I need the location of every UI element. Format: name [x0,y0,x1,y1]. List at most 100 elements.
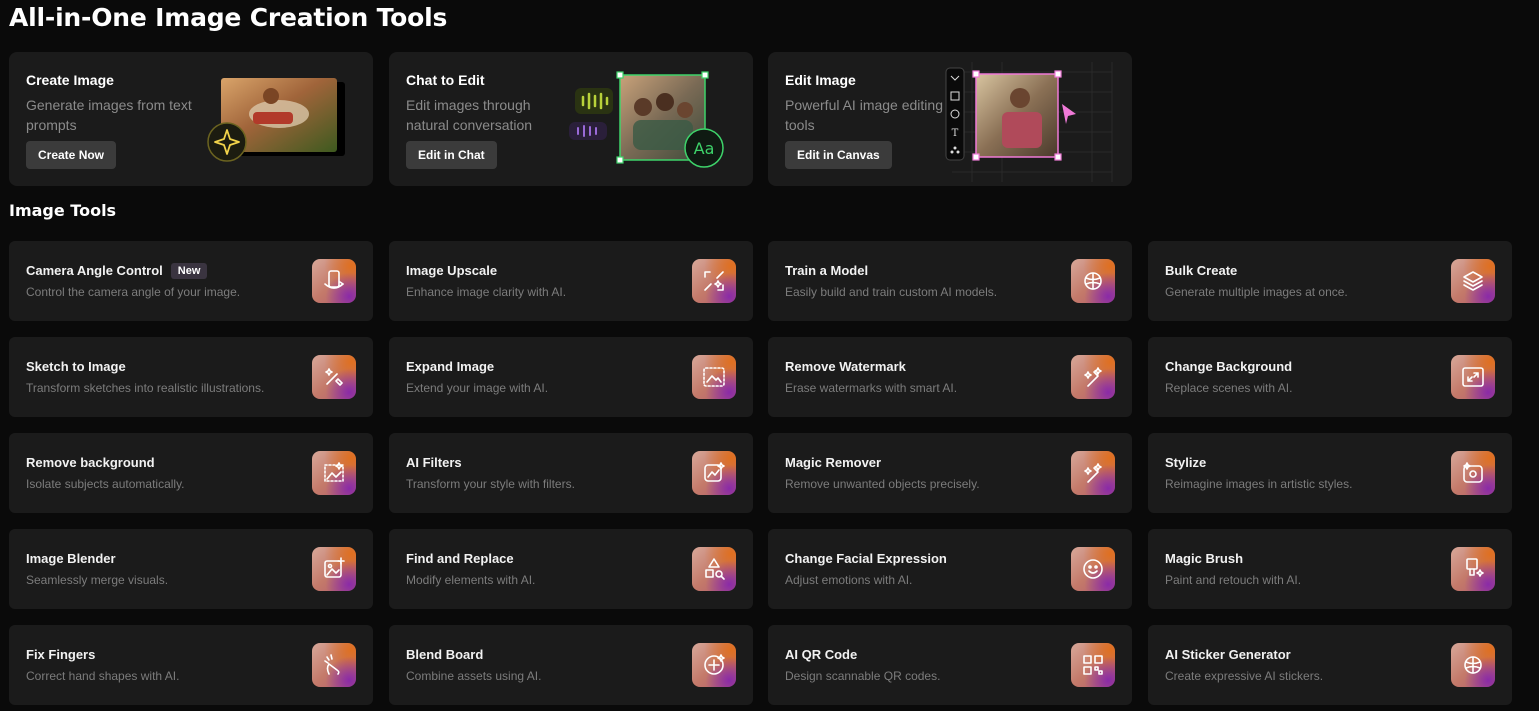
svg-text:T: T [952,128,959,139]
tool-title: Change Facial Expression [785,551,947,566]
filter-chart-icon [692,451,736,495]
tool-description: Adjust emotions with AI. [785,573,913,587]
tool-title: Train a Model [785,263,868,278]
remove-bg-icon [312,451,356,495]
tool-title-text: Change Facial Expression [785,551,947,566]
tool-title-text: Blend Board [406,647,484,662]
tool-title-text: Expand Image [406,359,495,374]
feature-card-create-image[interactable]: Create Image Generate images from text p… [9,52,373,186]
tool-title-text: Remove Watermark [785,359,906,374]
tool-title-text: Fix Fingers [26,647,96,662]
tool-card-ai-qr-code[interactable]: AI QR Code Design scannable QR codes. [768,625,1132,705]
tool-card-train-a-model[interactable]: Train a Model Easily build and train cust… [768,241,1132,321]
tool-card-change-facial-expression[interactable]: Change Facial Expression Adjust emotions … [768,529,1132,609]
tool-card-camera-angle-control[interactable]: Camera Angle Control New Control the camer… [9,241,373,321]
tool-title: Blend Board [406,647,483,662]
tool-title-text: Image Upscale [406,263,498,278]
tool-card-image-blender[interactable]: Image Blender Seamlessly merge visuals. [9,529,373,609]
tool-card-expand-image[interactable]: Expand Image Extend your image with AI. [389,337,753,417]
tool-card-ai-filters[interactable]: AI Filters Transform your style with filt… [389,433,753,513]
tool-title: Remove background [26,455,155,470]
tool-title-text: Magic Brush [1165,551,1244,566]
tool-title-text: Sketch to Image [26,359,126,374]
tool-card-remove-watermark[interactable]: Remove Watermark Erase watermarks with sm… [768,337,1132,417]
tool-title: Remove Watermark [785,359,906,374]
layers-icon [1451,259,1495,303]
tool-description: Easily build and train custom AI models. [785,285,998,299]
tool-description: Transform sketches into realistic illust… [26,381,265,395]
tool-card-stylize[interactable]: Stylize Reimagine images in artistic styl… [1148,433,1512,513]
tool-title-text: Change Background [1165,359,1293,374]
eraser-sparkle-icon [1071,355,1115,399]
tool-description: Control the camera angle of your image. [26,285,241,299]
create-now-button[interactable]: Create Now [26,141,117,169]
tool-title: Stylize [1165,455,1206,470]
tool-title: AI Filters [406,455,462,470]
tool-description: Replace scenes with AI. [1165,381,1293,395]
sketch-wand-icon [312,355,356,399]
tool-card-magic-remover[interactable]: Magic Remover Remove unwanted objects pre… [768,433,1132,513]
tool-card-change-background[interactable]: Change Background Replace scenes with AI. [1148,337,1512,417]
tool-description: Erase watermarks with smart AI. [785,381,958,395]
qr-code-icon [1071,643,1115,687]
text-badge-icon: Aa [694,139,715,158]
edit-in-canvas-button[interactable]: Edit in Canvas [785,141,892,169]
feature-card-edit-image[interactable]: Edit Image Powerful AI image editing too… [768,52,1132,186]
tool-title: Change Background [1165,359,1292,374]
new-badge: New [170,263,208,279]
create-image-illustration [207,78,345,162]
shapes-search-icon [692,547,736,591]
tool-description: Transform your style with filters. [406,477,575,491]
tool-title-text: Find and Replace [406,551,514,566]
tool-description: Paint and retouch with AI. [1165,573,1302,587]
tool-title-text: AI QR Code [785,647,858,662]
canvas-toolbar [945,67,965,161]
feature-description: Powerful AI image editing tools [785,97,943,133]
tool-title-text: Train a Model [785,263,869,278]
tool-description: Seamlessly merge visuals. [26,573,169,587]
stylize-icon [1451,451,1495,495]
tool-card-magic-brush[interactable]: Magic Brush Paint and retouch with AI. [1148,529,1512,609]
section-title: Image Tools [9,201,117,220]
background-swap-icon [1451,355,1495,399]
tool-title-text: Image Blender [26,551,116,566]
chat-to-edit-illustration: Aa [569,71,724,168]
tool-card-image-upscale[interactable]: Image Upscale Enhance image clarity with … [389,241,753,321]
tool-title-text: AI Sticker Generator [1165,647,1291,662]
tool-description: Isolate subjects automatically. [26,477,185,491]
tool-card-remove-background[interactable]: Remove background Isolate subjects automa… [9,433,373,513]
tool-card-sketch-to-image[interactable]: Sketch to Image Transform sketches into r… [9,337,373,417]
tool-title: Magic Brush [1165,551,1243,566]
tool-description: Remove unwanted objects precisely. [785,477,980,491]
brain-icon [1071,259,1115,303]
blend-plus-icon [692,643,736,687]
tool-title-text: Bulk Create [1165,263,1238,278]
tool-card-bulk-create[interactable]: Bulk Create Generate multiple images at o… [1148,241,1512,321]
tool-title: Magic Remover [785,455,881,470]
tool-title-text: Magic Remover [785,455,882,470]
edit-image-illustration: T [945,62,1113,182]
tool-description: Extend your image with AI. [406,381,549,395]
tool-title-text: Camera Angle Control [26,263,163,278]
feature-title: Edit Image [785,72,856,88]
tool-card-find-and-replace[interactable]: Find and Replace Modify elements with AI. [389,529,753,609]
tool-description: Design scannable QR codes. [785,669,941,683]
sticker-icon [1451,643,1495,687]
tool-card-ai-sticker-generator[interactable]: AI Sticker Generator Create expressive AI… [1148,625,1512,705]
edit-in-chat-button[interactable]: Edit in Chat [406,141,497,169]
feature-description: Edit images through natural conversation [406,97,533,133]
feature-title: Chat to Edit [406,72,485,88]
tool-description: Reimagine images in artistic styles. [1165,477,1353,491]
tool-card-blend-board[interactable]: Blend Board Combine assets using AI. [389,625,753,705]
tool-description: Correct hand shapes with AI. [26,669,180,683]
tool-title-text: AI Filters [406,455,462,470]
camera-rotate-icon [312,259,356,303]
brush-sparkle-icon [1451,547,1495,591]
tool-description: Enhance image clarity with AI. [406,285,567,299]
tool-title: Fix Fingers [26,647,95,662]
feature-card-chat-to-edit[interactable]: Chat to Edit Edit images through natural… [389,52,753,186]
feature-title: Create Image [26,72,114,88]
tool-card-fix-fingers[interactable]: Fix Fingers Correct hand shapes with AI. [9,625,373,705]
tool-title: Image Blender [26,551,116,566]
tool-title: AI Sticker Generator [1165,647,1291,662]
